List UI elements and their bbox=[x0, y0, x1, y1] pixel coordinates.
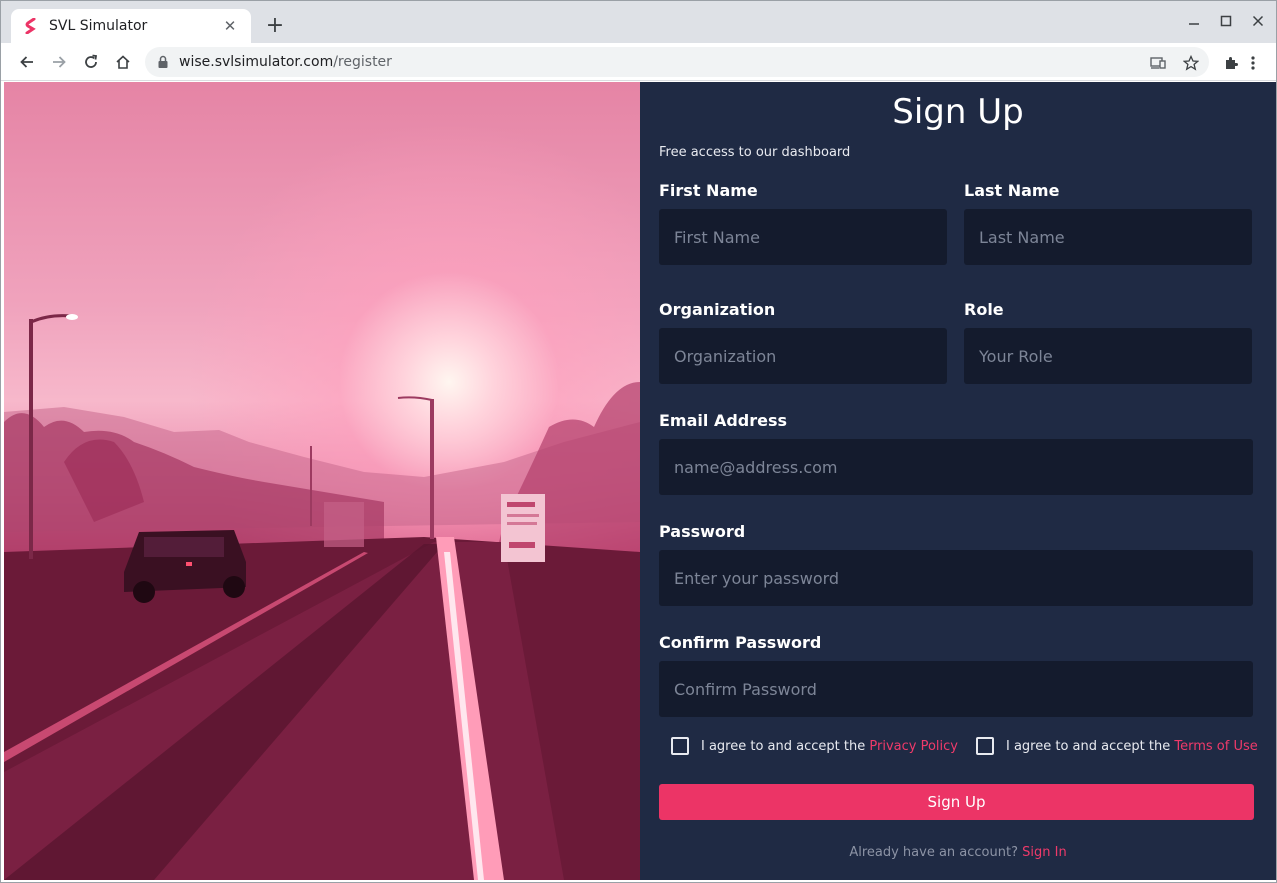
sign-in-prompt-text: Already have an account? bbox=[849, 845, 1018, 860]
tab-title: SVL Simulator bbox=[49, 18, 148, 34]
password-label: Password bbox=[659, 522, 746, 541]
privacy-policy-row: I agree to and accept the Privacy Policy bbox=[671, 737, 958, 755]
close-window-icon[interactable] bbox=[1248, 11, 1268, 31]
url-host: wise.svlsimulator.com bbox=[179, 54, 334, 70]
address-bar[interactable]: wise.svlsimulator.com/register bbox=[145, 47, 1209, 77]
install-app-icon[interactable] bbox=[1149, 54, 1167, 72]
signup-form-panel: Sign Up Free access to our dashboard Fir… bbox=[640, 82, 1276, 880]
home-icon[interactable] bbox=[111, 50, 135, 74]
tab-strip: SVL Simulator ✕ + bbox=[1, 1, 1276, 43]
last-name-label: Last Name bbox=[964, 181, 1060, 200]
last-name-input[interactable] bbox=[964, 209, 1252, 265]
extensions-icon[interactable] bbox=[1222, 54, 1240, 72]
terms-of-use-row: I agree to and accept the Terms of Use bbox=[976, 737, 1258, 755]
email-label: Email Address bbox=[659, 411, 788, 430]
reload-icon[interactable] bbox=[79, 50, 103, 74]
back-icon[interactable] bbox=[15, 50, 39, 74]
role-label: Role bbox=[964, 300, 1004, 319]
confirm-password-label: Confirm Password bbox=[659, 633, 822, 652]
password-input[interactable] bbox=[659, 550, 1253, 606]
first-name-input[interactable] bbox=[659, 209, 947, 265]
terms-of-use-text: I agree to and accept the bbox=[1006, 738, 1171, 754]
terms-of-use-link[interactable]: Terms of Use bbox=[1174, 739, 1257, 754]
email-input[interactable] bbox=[659, 439, 1253, 495]
terms-of-use-checkbox[interactable] bbox=[976, 737, 994, 755]
maximize-icon[interactable] bbox=[1216, 11, 1236, 31]
privacy-policy-link[interactable]: Privacy Policy bbox=[869, 739, 958, 754]
sign-up-button[interactable]: Sign Up bbox=[659, 784, 1254, 820]
bookmark-star-icon[interactable] bbox=[1182, 54, 1200, 72]
minimize-icon[interactable] bbox=[1184, 11, 1204, 31]
svl-logo-icon bbox=[23, 18, 39, 34]
role-input[interactable] bbox=[964, 328, 1252, 384]
browser-window: SVL Simulator ✕ + wise.svlsimulator.com/… bbox=[0, 0, 1277, 883]
first-name-label: First Name bbox=[659, 181, 758, 200]
forward-icon[interactable] bbox=[47, 50, 71, 74]
tab-close-icon[interactable]: ✕ bbox=[221, 17, 239, 35]
browser-tab[interactable]: SVL Simulator ✕ bbox=[11, 9, 251, 43]
road-scene-illustration bbox=[4, 314, 640, 880]
sign-in-prompt: Already have an account? Sign In bbox=[640, 845, 1276, 860]
sign-in-link[interactable]: Sign In bbox=[1022, 845, 1067, 860]
privacy-policy-text: I agree to and accept the bbox=[701, 738, 866, 754]
page-subtitle: Free access to our dashboard bbox=[659, 145, 851, 160]
browser-toolbar: wise.svlsimulator.com/register bbox=[1, 43, 1276, 81]
page-title: Sign Up bbox=[892, 92, 1024, 132]
confirm-password-input[interactable] bbox=[659, 661, 1253, 717]
organization-label: Organization bbox=[659, 300, 776, 319]
menu-kebab-icon[interactable] bbox=[1244, 54, 1262, 72]
privacy-policy-checkbox[interactable] bbox=[671, 737, 689, 755]
new-tab-icon[interactable]: + bbox=[263, 14, 287, 38]
organization-input[interactable] bbox=[659, 328, 947, 384]
register-page: Sign Up Free access to our dashboard Fir… bbox=[4, 82, 1276, 880]
url-path: /register bbox=[333, 54, 392, 70]
hero-image bbox=[4, 82, 640, 880]
lock-icon[interactable] bbox=[157, 55, 171, 69]
